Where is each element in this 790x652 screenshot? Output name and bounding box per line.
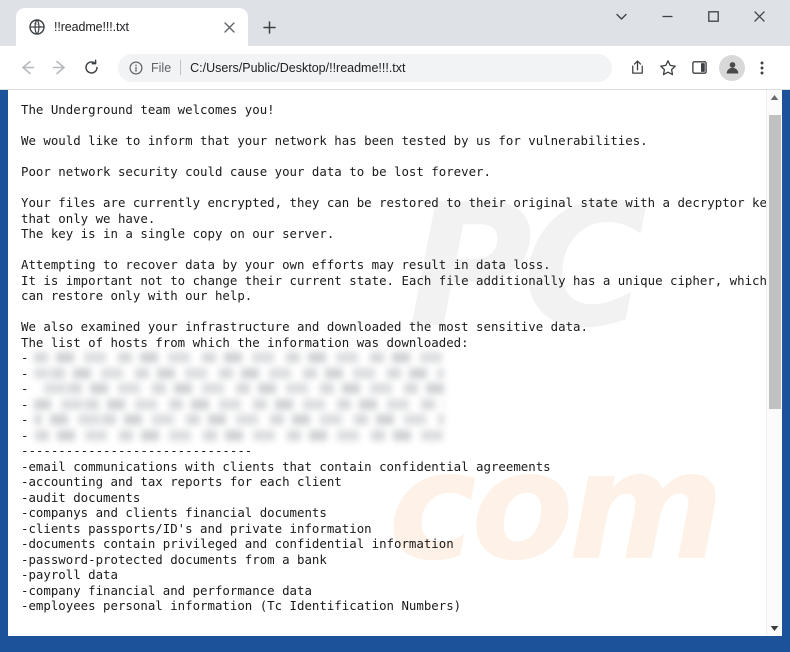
- window-controls: [598, 0, 790, 46]
- reload-button[interactable]: [76, 53, 106, 83]
- host-list-item: -: [21, 381, 766, 397]
- host-list: ------: [21, 350, 766, 443]
- redacted-hostname: [34, 383, 445, 395]
- url-text[interactable]: C:/Users/Public/Desktop/!!readme!!!.txt: [190, 61, 600, 75]
- maximize-button[interactable]: [690, 0, 736, 33]
- host-list-item: -: [21, 350, 766, 366]
- host-list-bullet: -: [21, 427, 29, 443]
- host-list-bullet: -: [21, 412, 29, 427]
- browser-window: !!readme!!!.txt File C:/Users/Public/Des…: [0, 0, 790, 652]
- new-tab-button[interactable]: [254, 12, 284, 42]
- host-list-bullet: -: [21, 381, 29, 396]
- forward-button[interactable]: [44, 53, 74, 83]
- scroll-down-arrow-icon[interactable]: [767, 621, 783, 636]
- tab-strip-tabs: !!readme!!!.txt: [4, 0, 598, 46]
- redacted-hostname: [34, 398, 445, 410]
- ransom-note-details: ------------------------------- -email c…: [21, 443, 551, 613]
- close-window-button[interactable]: [736, 0, 782, 33]
- host-list-bullet: -: [21, 350, 29, 365]
- close-tab-icon[interactable]: [218, 16, 240, 38]
- globe-icon: [28, 19, 45, 36]
- address-bar[interactable]: File C:/Users/Public/Desktop/!!readme!!!…: [118, 53, 612, 82]
- minimize-button[interactable]: [644, 0, 690, 33]
- info-circle-icon[interactable]: [128, 60, 144, 76]
- back-button[interactable]: [12, 53, 42, 83]
- bookmark-star-icon[interactable]: [654, 54, 682, 82]
- redacted-hostname: [34, 367, 445, 379]
- host-list-item: -: [21, 412, 766, 428]
- host-list-bullet: -: [21, 396, 29, 412]
- host-list-item: -: [21, 397, 766, 413]
- window-controls-spacer: [782, 0, 790, 33]
- scroll-up-arrow-icon[interactable]: [767, 90, 783, 105]
- browser-toolbar: File C:/Users/Public/Desktop/!!readme!!!…: [0, 46, 790, 90]
- page-content-area: PC com The Underground team welcomes you…: [0, 90, 790, 644]
- redacted-hostname: [34, 414, 445, 426]
- host-list-item: -: [21, 428, 766, 444]
- share-icon[interactable]: [623, 54, 651, 82]
- url-scheme-label: File: [151, 60, 172, 75]
- omnibox-separator: [180, 60, 182, 75]
- vertical-scrollbar[interactable]: [766, 90, 782, 636]
- host-list-bullet: -: [21, 365, 29, 381]
- redacted-hostname: [34, 352, 445, 364]
- host-list-item: -: [21, 366, 766, 382]
- chrome-menu-icon[interactable]: [748, 54, 776, 82]
- ransom-note-intro: The Underground team welcomes you! We wo…: [21, 102, 766, 350]
- side-panel-icon[interactable]: [685, 54, 713, 82]
- text-document: PC com The Underground team welcomes you…: [8, 90, 766, 636]
- tab-strip: !!readme!!!.txt: [0, 0, 790, 46]
- tab-search-button[interactable]: [598, 0, 644, 33]
- scrollbar-thumb[interactable]: [768, 115, 781, 410]
- redacted-hostname: [34, 429, 455, 441]
- tab-title: !!readme!!!.txt: [54, 20, 129, 34]
- browser-tab[interactable]: !!readme!!!.txt: [16, 8, 248, 46]
- profile-avatar[interactable]: [719, 54, 745, 81]
- scrollbar-track[interactable]: [767, 105, 783, 621]
